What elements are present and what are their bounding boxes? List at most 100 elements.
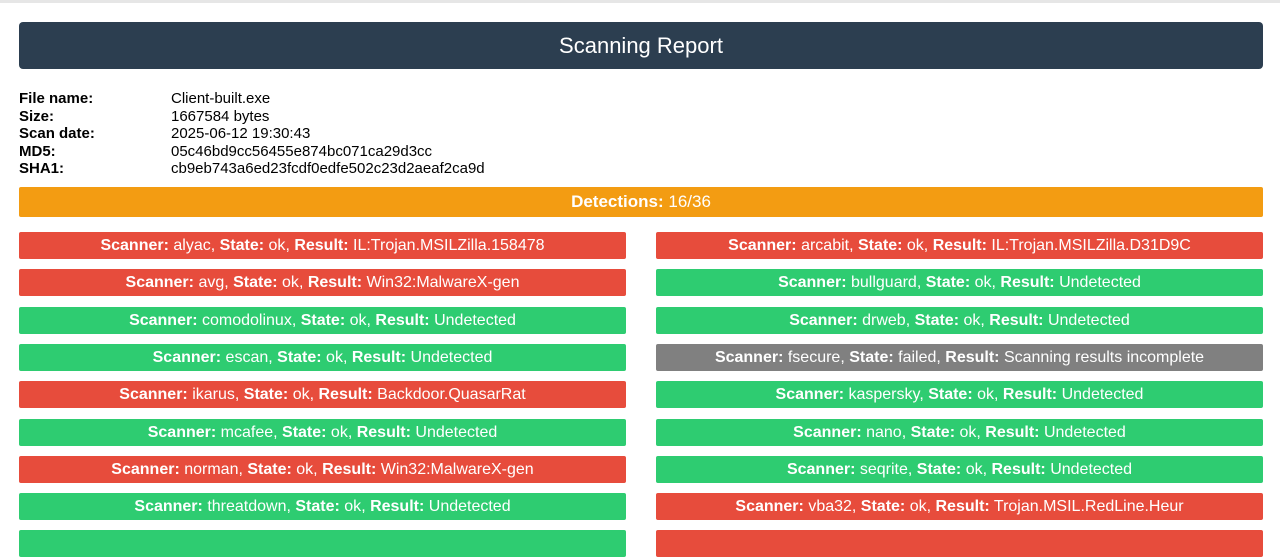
state-value: failed [898, 348, 937, 366]
state-label: State: [849, 348, 894, 366]
file-name-value: Client-built.exe [171, 90, 271, 107]
result-value: Undetected [415, 423, 498, 441]
result-value: IL:Trojan.MSILZilla.D31D9C [991, 237, 1191, 254]
scanner-row-comodolinux: Scanner: comodolinux, State: ok, Result:… [19, 306, 626, 334]
result-label: Result: [935, 498, 990, 516]
state-value: ok [906, 237, 924, 254]
report-header: Scanning Report [19, 22, 1263, 69]
scanner-row-kaspersky: Scanner: kaspersky, State: ok, Result: U… [656, 381, 1263, 409]
scanner-label: Scanner: [728, 237, 797, 254]
scanner-name: escan [225, 348, 269, 366]
scanner-label: Scanner: [134, 498, 203, 516]
state-label: State: [277, 348, 322, 366]
result-label: Result: [989, 311, 1044, 329]
scanner-row-ikarus: Scanner: ikarus, State: ok, Result: Back… [19, 381, 626, 409]
scanner-row-seqrite: Scanner: seqrite, State: ok, Result: Und… [656, 455, 1263, 483]
scanner-row-bullguard: Scanner: bullguard, State: ok, Result: U… [656, 269, 1263, 297]
scanner-label: Scanner: [778, 274, 847, 292]
size-label: Size: [19, 107, 55, 125]
file-name-row: File name: Client-built.exe [19, 90, 719, 108]
scanner-name: bullguard [850, 274, 917, 292]
state-value: ok [965, 460, 983, 478]
scanner-row-avg: Scanner: avg, State: ok, Result: Win32:M… [19, 269, 626, 297]
sha1-label: SHA1: [19, 160, 65, 177]
scanner-row-arcabit: Scanner: arcabit, State: ok, Result: IL:… [656, 232, 1263, 259]
state-label: State: [233, 274, 278, 292]
scanner-name: alyac [173, 237, 211, 254]
result-label: Result: [985, 423, 1040, 441]
state-value: ok [974, 274, 992, 292]
result-label: Result: [351, 348, 407, 366]
result-label: Result: [322, 460, 377, 478]
scanner-name: norman [184, 460, 239, 478]
scanner-name: threatdown [207, 498, 287, 516]
file-info: File name: Client-built.exe Size: 166758… [19, 90, 719, 178]
result-value: Backdoor.QuasarRat [377, 386, 526, 404]
scanner-name: drweb [862, 311, 906, 329]
result-label: Result: [945, 348, 1000, 366]
result-label: Result: [294, 237, 349, 254]
result-value: Win32:MalwareX-gen [380, 460, 534, 478]
scanner-name: fsecure [787, 348, 841, 366]
scanner-label: Scanner: [125, 274, 194, 292]
detections-bar: Detections: 16/36 [19, 187, 1263, 217]
top-border [0, 0, 1280, 3]
scanner-label: Scanner: [111, 460, 180, 478]
file-name-label: File name: [19, 90, 94, 107]
scanner-label: Scanner: [789, 311, 858, 329]
size-value: 1667584 bytes [171, 107, 270, 125]
scanner-name: comodolinux [201, 311, 292, 329]
result-value: Undetected [1050, 460, 1133, 478]
state-label: State: [914, 311, 960, 329]
md5-value: 05c46bd9cc56455e874bc071ca29d3cc [171, 142, 433, 160]
scanner-name: seqrite [859, 460, 908, 478]
scanner-row-partial [656, 530, 1263, 557]
state-label: State: [857, 237, 903, 254]
result-value: Trojan.MSIL.RedLine.Heur [993, 498, 1184, 516]
scanner-name: arcabit [801, 237, 850, 254]
sha1-value: cb9eb743a6ed23fcdf0edfe502c23d2aeaf2ca9d [171, 160, 485, 177]
result-value: Scanning results incomplete [1003, 348, 1205, 366]
sha1-row: SHA1: cb9eb743a6ed23fcdf0edfe502c23d2aea… [19, 160, 719, 178]
result-label: Result: [375, 311, 430, 329]
result-label: Result: [991, 460, 1046, 478]
result-label: Result: [1000, 274, 1055, 292]
result-value: Win32:MalwareX-gen [366, 274, 520, 292]
detections-count: 16/36 [668, 192, 711, 211]
state-label: State: [243, 386, 289, 404]
result-label: Result: [370, 498, 425, 516]
result-value: Undetected [1043, 423, 1126, 441]
scanner-label: Scanner: [714, 348, 784, 366]
state-label: State: [295, 498, 340, 516]
result-value: Undetected [410, 348, 493, 366]
scanner-name: nano [866, 423, 902, 441]
scanner-name: vba32 [808, 498, 852, 516]
scanner-label: Scanner: [119, 386, 188, 404]
scan-date-value: 2025-06-12 19:30:43 [171, 125, 311, 142]
state-value: ok [977, 386, 995, 404]
state-value: ok [330, 423, 348, 441]
state-value: ok [326, 348, 343, 366]
state-value: ok [909, 498, 927, 516]
scan-date-label: Scan date: [19, 125, 95, 142]
state-value: ok [292, 386, 310, 404]
state-label: State: [247, 460, 292, 478]
state-label: State: [925, 274, 971, 292]
result-value: Undetected [1047, 311, 1130, 329]
state-value: ok [282, 274, 299, 292]
scanner-label: Scanner: [775, 386, 845, 404]
result-label: Result: [1002, 386, 1058, 404]
result-value: Undetected [1061, 386, 1144, 404]
result-value: Undetected [428, 498, 511, 516]
scanner-name: avg [198, 274, 225, 292]
state-value: ok [296, 460, 314, 478]
state-label: State: [860, 498, 906, 516]
state-value: ok [959, 423, 977, 441]
scanner-row-threatdown: Scanner: threatdown, State: ok, Result: … [19, 493, 626, 521]
md5-label: MD5: [19, 142, 56, 160]
state-label: State: [219, 237, 265, 254]
scanner-row-partial [19, 530, 626, 557]
scanner-label: Scanner: [147, 423, 217, 441]
state-label: State: [916, 460, 962, 478]
page-title: Scanning Report [559, 33, 723, 58]
